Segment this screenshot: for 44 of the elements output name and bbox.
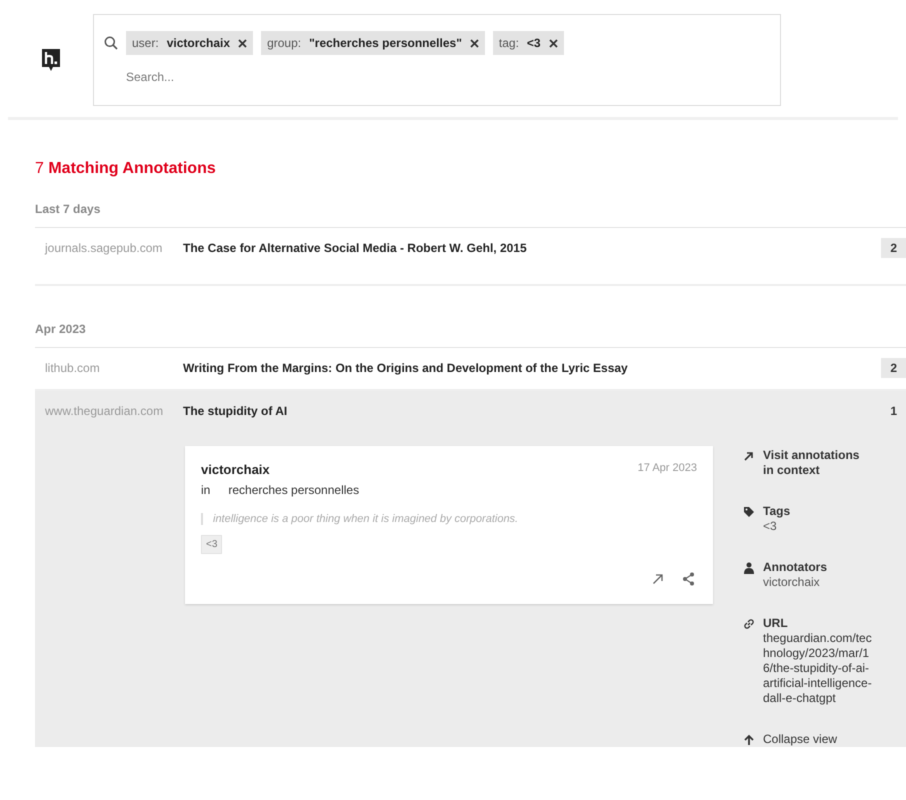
document-title[interactable]: The Case for Alternative Social Media - Robert W. Gehl, 2015 — [183, 241, 882, 256]
external-link-icon[interactable] — [652, 573, 664, 585]
url-link[interactable]: theguardian.com/technology/2023/mar/16/the-stupidity-of-ai-artificial-intelligence-dall-e-chatgpt — [763, 631, 873, 706]
sidebar-label: Tags — [763, 504, 790, 519]
result-row[interactable]: journals.sagepub.com The Case for Alternative Social Media - Robert W. Gehl, 2015 2 — [35, 228, 906, 286]
sidebar-label: URL — [763, 616, 789, 631]
group-name[interactable]: recherches personnelles — [228, 483, 360, 497]
results-heading: 7 Matching Annotations — [35, 160, 217, 179]
annotation-count: 2 — [881, 358, 906, 378]
annotation-count: 1 — [889, 403, 898, 420]
sidebar-label: Annotators — [763, 560, 827, 575]
quote-text: intelligence is a poor thing when it is imagined by corporations. — [201, 513, 697, 525]
document-title[interactable]: Writing From the Margins: On the Origins and Development of the Lyric Essay — [183, 361, 882, 376]
filter-chip[interactable]: user: victorchaix — [126, 31, 254, 55]
share-icon[interactable] — [682, 572, 695, 586]
domain-text: journals.sagepub.com — [45, 241, 164, 256]
close-icon[interactable] — [470, 38, 479, 48]
annotation-date: 17 Apr 2023 — [638, 462, 697, 476]
tag-chip[interactable]: <3 — [201, 535, 222, 554]
document-title[interactable]: The stupidity of AI — [183, 404, 882, 419]
sidebar-value: victorchaix — [763, 575, 821, 590]
close-icon[interactable] — [238, 38, 248, 48]
tag-icon — [743, 506, 755, 518]
search-box[interactable]: user: victorchaix group: "recherches personnelles" tag: <3 Search... — [93, 14, 781, 106]
sidebar-link[interactable]: Collapse view — [763, 732, 838, 747]
search-input[interactable]: Search... — [124, 69, 428, 85]
arrow-icon — [743, 450, 755, 462]
annotation-user[interactable]: victorchaix — [201, 462, 270, 477]
domain-text: www.theguardian.com — [45, 404, 164, 419]
domain-text: lithub.com — [45, 361, 101, 376]
search-icon — [104, 36, 118, 50]
link-icon — [743, 618, 755, 630]
arrow-up-icon — [743, 734, 755, 746]
sidebar-link[interactable]: Visit annotations in context — [763, 448, 873, 478]
date-group-label: Apr 2023 — [35, 286, 906, 348]
date-group-label: Last 7 days — [35, 184, 906, 228]
sidebar-value: <3 — [763, 519, 778, 534]
person-icon — [743, 562, 755, 574]
annotation-count: 2 — [881, 238, 906, 258]
close-icon[interactable] — [548, 38, 558, 48]
filter-chip[interactable]: group: "recherches personnelles" — [261, 31, 485, 55]
group-prefix: in — [201, 483, 210, 497]
logo-icon[interactable] — [40, 47, 62, 73]
filter-chip[interactable]: tag: <3 — [492, 31, 564, 55]
